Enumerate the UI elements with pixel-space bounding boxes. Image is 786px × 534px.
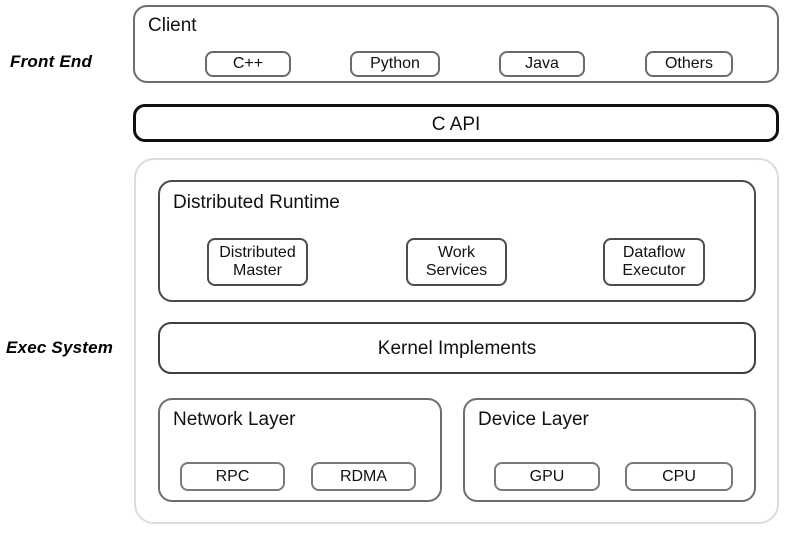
language-pill-java-label: Java (525, 55, 559, 73)
kernel-implements-label: Kernel Implements (377, 338, 537, 359)
network-item-rdma-label: RDMA (339, 467, 388, 485)
device-layer-title: Device Layer (478, 409, 589, 430)
architecture-diagram: Front End Exec System Client C++ Python … (0, 0, 786, 534)
language-pill-others[interactable]: Others (645, 51, 733, 77)
language-pill-cpp-label: C++ (232, 55, 264, 73)
language-pill-cpp[interactable]: C++ (205, 51, 291, 77)
c-api-bar[interactable]: C API (133, 104, 779, 142)
kernel-implements-bar[interactable]: Kernel Implements (158, 322, 756, 374)
network-layer-title: Network Layer (173, 409, 296, 430)
section-label-front-end: Front End (10, 52, 93, 71)
c-api-label: C API (431, 114, 481, 135)
client-title: Client (148, 15, 197, 36)
network-item-rpc[interactable]: RPC (180, 462, 285, 491)
language-pill-java[interactable]: Java (499, 51, 585, 77)
runtime-component-distributed-master[interactable]: Distributed Master (207, 238, 308, 286)
language-pill-python-label: Python (370, 55, 420, 73)
device-item-gpu[interactable]: GPU (494, 462, 600, 491)
distributed-runtime-title: Distributed Runtime (173, 192, 340, 213)
runtime-component-work-services-label: Work Services (425, 244, 488, 279)
device-item-gpu-label: GPU (529, 467, 565, 485)
network-item-rdma[interactable]: RDMA (311, 462, 416, 491)
runtime-component-dataflow-executor[interactable]: Dataflow Executor (603, 238, 705, 286)
language-pill-others-label: Others (664, 55, 713, 73)
device-item-cpu-label: CPU (662, 467, 696, 485)
section-label-exec-system: Exec System (6, 338, 114, 357)
network-item-rpc-label: RPC (215, 467, 250, 485)
runtime-component-dataflow-executor-label: Dataflow Executor (622, 244, 686, 279)
language-pill-python[interactable]: Python (350, 51, 440, 77)
device-item-cpu[interactable]: CPU (625, 462, 733, 491)
runtime-component-distributed-master-label: Distributed Master (219, 244, 296, 279)
runtime-component-work-services[interactable]: Work Services (406, 238, 507, 286)
